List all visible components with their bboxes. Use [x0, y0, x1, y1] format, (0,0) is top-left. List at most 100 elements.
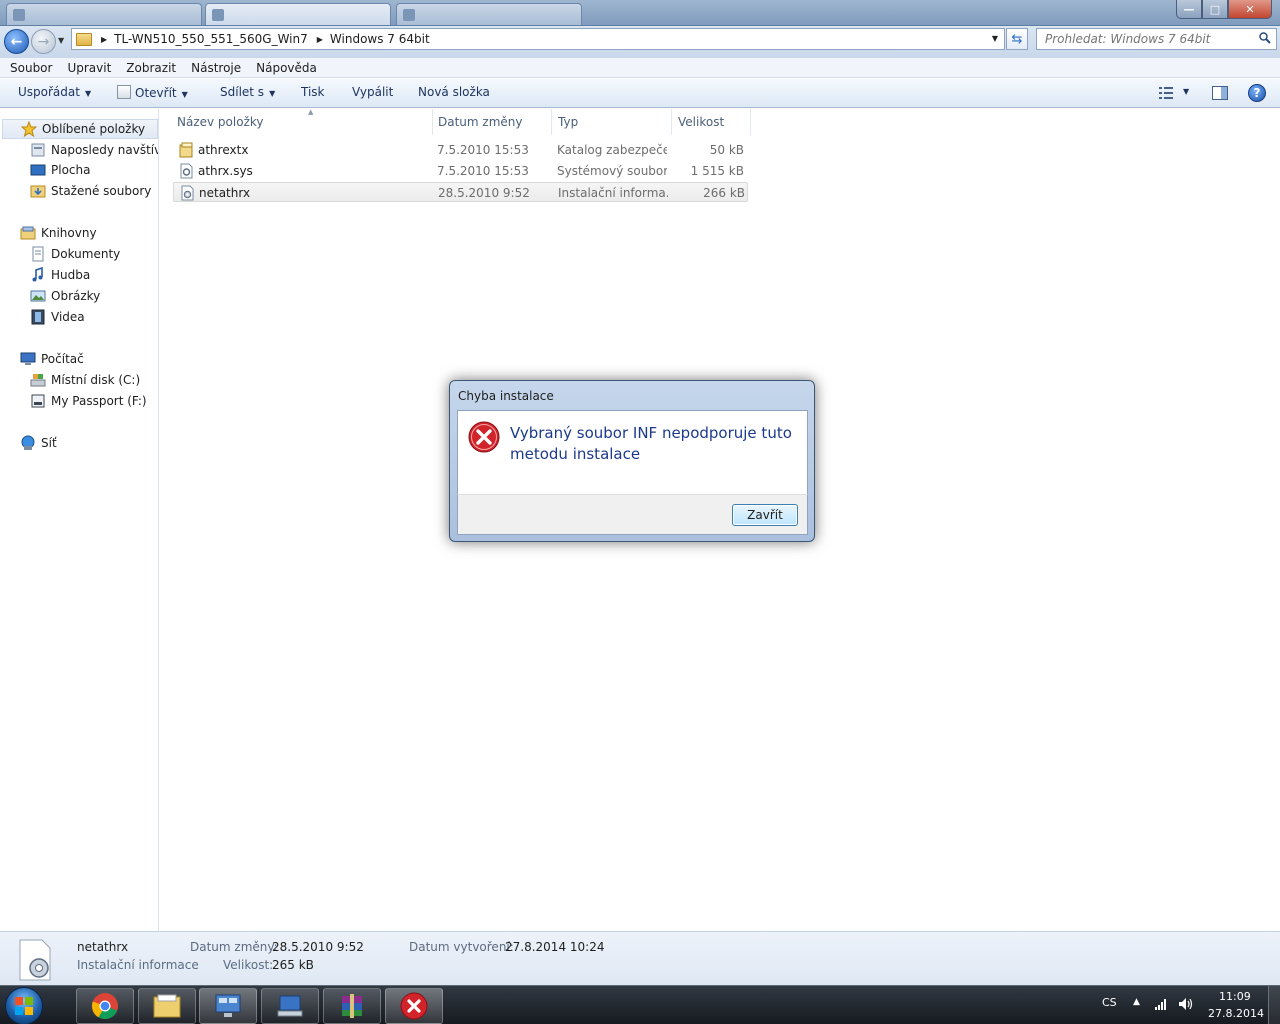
preview-pane-icon[interactable]	[1212, 86, 1228, 100]
taskbar-device-manager[interactable]	[261, 988, 319, 1024]
print-button[interactable]: Tisk	[301, 85, 325, 99]
taskbar-control-panel[interactable]	[199, 988, 257, 1024]
open-icon	[117, 85, 131, 99]
breadcrumb-separator-icon[interactable]: ▶	[317, 35, 323, 44]
address-bar[interactable]: ▶ TL-WN510_550_551_560G_Win7 ▶ Windows 7…	[71, 28, 1005, 50]
details-size-label: Velikost:	[223, 958, 274, 972]
clock-time[interactable]: 11:09	[1219, 990, 1251, 1003]
nav-local-disk[interactable]: Místní disk (C:)	[30, 370, 158, 390]
menu-tools[interactable]: Nástroje	[181, 58, 246, 77]
menu-bar: Soubor Upravit Zobrazit Nástroje Nápověd…	[0, 58, 1280, 78]
nav-label: Místní disk (C:)	[51, 373, 141, 387]
taskbar-explorer[interactable]	[138, 988, 196, 1024]
search-box[interactable]	[1036, 28, 1277, 50]
open-label: Otevřít	[135, 86, 177, 100]
breadcrumb-item[interactable]: Windows 7 64bit	[330, 32, 430, 46]
setup-info-icon	[181, 185, 194, 201]
arrow-right-icon: →	[37, 33, 50, 50]
view-options-icon[interactable]	[1158, 86, 1174, 100]
pictures-icon	[30, 290, 46, 302]
control-panel-icon	[215, 994, 241, 1017]
clock-date[interactable]: 27.8.2014	[1208, 1007, 1264, 1020]
nav-desktop[interactable]: Plocha	[30, 160, 158, 180]
background-tab-1[interactable]	[6, 3, 202, 25]
column-header-type[interactable]: Typ	[552, 109, 672, 135]
column-header-name[interactable]: Název položky ▲	[171, 108, 433, 135]
menu-help[interactable]: Nápověda	[246, 58, 322, 77]
nav-label: Oblíbené položky	[42, 122, 146, 136]
nav-label: Obrázky	[51, 289, 101, 303]
maximize-button[interactable]: □	[1202, 0, 1228, 19]
file-row[interactable]: athrextx 7.5.2010 15:53 Katalog zabezpeč…	[173, 140, 748, 160]
libraries-icon	[20, 226, 36, 240]
nav-pictures[interactable]: Obrázky	[30, 286, 158, 306]
language-indicator[interactable]: CS	[1102, 996, 1117, 1009]
background-tab-2[interactable]	[205, 3, 391, 25]
recent-pages-dropdown[interactable]: ▼	[58, 36, 64, 45]
window-title-bar: — □ ✕	[0, 0, 1280, 26]
nav-documents[interactable]: Dokumenty	[30, 244, 158, 264]
start-button[interactable]	[5, 987, 43, 1024]
nav-label: Naposledy navštívené	[51, 143, 158, 157]
dialog-title: Chyba instalace	[458, 389, 554, 403]
chevron-down-icon[interactable]: ▼	[992, 34, 998, 43]
menu-edit[interactable]: Upravit	[57, 58, 116, 77]
file-name: athrx.sys	[198, 164, 253, 178]
show-desktop-button[interactable]	[1268, 986, 1280, 1024]
share-button[interactable]: Sdílet s ▼	[220, 85, 275, 99]
forward-button[interactable]: →	[31, 29, 56, 54]
signal-strength-icon[interactable]	[1154, 997, 1168, 1011]
documents-icon	[32, 246, 44, 262]
file-date: 7.5.2010 15:53	[437, 164, 529, 178]
nav-label: Počítač	[41, 352, 84, 366]
nav-my-passport[interactable]: My Passport (F:)	[30, 391, 158, 411]
burn-button[interactable]: Vypálit	[352, 85, 393, 99]
details-pane: netathrx Instalační informace Datum změn…	[0, 931, 1280, 985]
search-input[interactable]	[1045, 29, 1245, 49]
nav-network[interactable]: Síť	[20, 433, 158, 453]
nav-computer[interactable]: Počítač	[20, 349, 158, 369]
file-type: Instalační informa...	[558, 186, 668, 200]
taskbar-error-dialog[interactable]	[385, 988, 443, 1024]
minimize-button[interactable]: —	[1176, 0, 1202, 19]
nav-downloads[interactable]: Stažené soubory	[30, 181, 158, 201]
file-name: netathrx	[199, 186, 251, 200]
nav-music[interactable]: Hudba	[30, 265, 158, 285]
music-note-icon	[32, 267, 43, 282]
system-file-icon	[180, 163, 193, 179]
breadcrumb-item[interactable]: TL-WN510_550_551_560G_Win7	[114, 32, 308, 46]
new-folder-button[interactable]: Nová složka	[418, 85, 490, 99]
details-size-value: 265 kB	[272, 958, 314, 972]
breadcrumb-separator-icon[interactable]: ▶	[101, 35, 107, 44]
nav-recent[interactable]: Naposledy navštívené	[30, 140, 158, 160]
search-icon[interactable]	[1259, 32, 1271, 44]
dialog-body: Vybraný soubor INF nepodporuje tuto meto…	[457, 410, 808, 495]
column-header-size[interactable]: Velikost	[672, 109, 751, 135]
file-size: 266 kB	[703, 186, 745, 200]
back-button[interactable]: ←	[4, 29, 29, 54]
chevron-down-icon[interactable]: ▼	[1183, 87, 1189, 96]
volume-icon[interactable]	[1178, 997, 1194, 1011]
chevron-down-icon: ▼	[181, 90, 188, 99]
refresh-button[interactable]: ⇆	[1006, 28, 1028, 50]
file-row[interactable]: netathrx 28.5.2010 9:52 Instalační infor…	[173, 182, 748, 202]
nav-videos[interactable]: Videa	[30, 307, 158, 327]
nav-libraries[interactable]: Knihovny	[20, 223, 158, 243]
nav-label: Plocha	[51, 163, 91, 177]
device-manager-icon	[277, 995, 303, 1017]
help-icon[interactable]: ?	[1248, 84, 1266, 102]
file-row[interactable]: athrx.sys 7.5.2010 15:53 Systémový soubo…	[173, 161, 748, 181]
taskbar-chrome[interactable]	[76, 988, 134, 1024]
menu-file[interactable]: Soubor	[0, 58, 57, 77]
taskbar-winrar[interactable]	[323, 988, 381, 1024]
column-header-date[interactable]: Datum změny	[432, 109, 552, 135]
background-tab-3[interactable]	[396, 3, 582, 25]
show-hidden-icons[interactable]: ▲	[1133, 997, 1140, 1007]
close-window-button[interactable]: ✕	[1228, 0, 1272, 19]
organize-button[interactable]: Uspořádat ▼	[18, 85, 91, 99]
menu-view[interactable]: Zobrazit	[116, 58, 181, 77]
nav-favorites[interactable]: Oblíbené položky	[2, 119, 158, 139]
dialog-footer: Zavřít	[457, 494, 808, 535]
close-dialog-button[interactable]: Zavřít	[732, 504, 798, 526]
open-button[interactable]: Otevřít ▼	[117, 85, 188, 100]
